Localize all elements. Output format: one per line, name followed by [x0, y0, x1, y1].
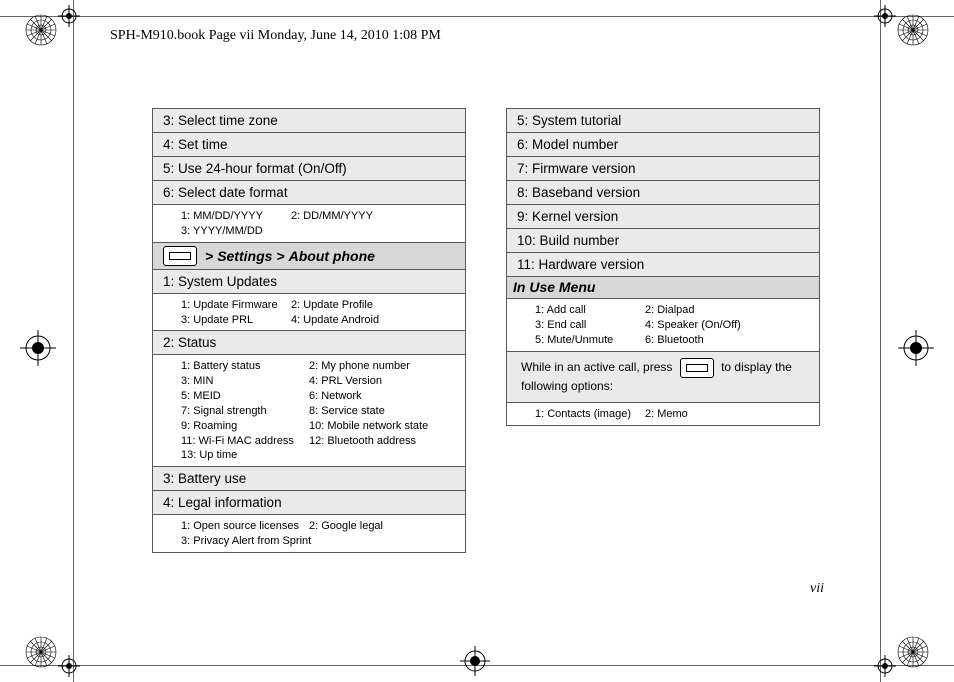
list-item: 10: Build number [506, 229, 820, 253]
registration-target [20, 330, 56, 366]
list-item: 4: Legal information [152, 491, 466, 515]
registration-target [460, 646, 490, 676]
list-item: 9: Kernel version [506, 205, 820, 229]
sublist-contacts: 1: Contacts (image)2: Memo [506, 403, 820, 426]
list-item: 5: Use 24-hour format (On/Off) [152, 157, 466, 181]
sublist-legal: 1: Open source licenses2: Google legal 3… [152, 515, 466, 553]
list-item: 3: Battery use [152, 467, 466, 491]
crop-ornament [896, 635, 930, 669]
registration-target-small [58, 5, 80, 27]
page-header-text: SPH-M910.book Page vii Monday, June 14, … [110, 28, 441, 44]
list-item: 2: Status [152, 331, 466, 355]
right-column: 5: System tutorial 6: Model number 7: Fi… [506, 108, 820, 553]
section-header-in-use-menu: In Use Menu [506, 277, 820, 299]
list-item: 4: Set time [152, 133, 466, 157]
list-item: 11: Hardware version [506, 253, 820, 277]
crop-ornament [896, 13, 930, 47]
crop-ornament [24, 635, 58, 669]
registration-target [898, 330, 934, 366]
left-column: 3: Select time zone 4: Set time 5: Use 2… [152, 108, 466, 553]
sublist-system-updates: 1: Update Firmware2: Update Profile 3: U… [152, 294, 466, 332]
crop-ornament [24, 13, 58, 47]
registration-target-small [874, 5, 896, 27]
list-item: 6: Model number [506, 133, 820, 157]
list-item: 1: System Updates [152, 270, 466, 294]
page-number: vii [810, 581, 824, 597]
note-in-call: While in an active call, press to displa… [506, 352, 820, 403]
list-item: 7: Firmware version [506, 157, 820, 181]
list-item: 8: Baseband version [506, 181, 820, 205]
list-item: 5: System tutorial [506, 108, 820, 133]
sublist-date-formats: 1: MM/DD/YYYY2: DD/MM/YYYY 3: YYYY/MM/DD [152, 205, 466, 243]
menu-key-icon [680, 358, 714, 378]
registration-target-small [874, 655, 896, 677]
sublist-in-use: 1: Add call2: Dialpad 3: End call4: Spea… [506, 299, 820, 352]
menu-key-icon [163, 246, 197, 266]
breadcrumb: > Settings > About phone [152, 243, 466, 270]
list-item: 3: Select time zone [152, 108, 466, 133]
sublist-status: 1: Battery status2: My phone number 3: M… [152, 355, 466, 467]
registration-target-small [58, 655, 80, 677]
list-item: 6: Select date format [152, 181, 466, 205]
